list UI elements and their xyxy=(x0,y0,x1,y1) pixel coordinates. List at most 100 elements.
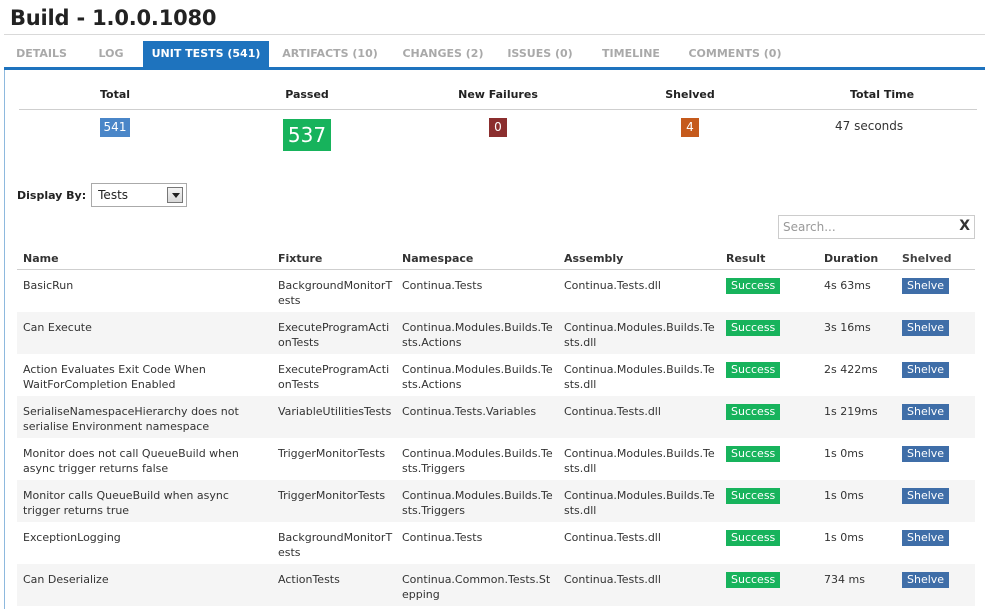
tab-underline xyxy=(4,67,985,70)
total-count-badge: 541 xyxy=(99,118,131,137)
tab-unit-tests[interactable]: UNIT TESTS (541) xyxy=(143,41,269,67)
table-row: Monitor does not call QueueBuild when as… xyxy=(17,438,975,480)
test-fixture: ActionTests xyxy=(278,573,340,586)
test-namespace: Continua.Tests xyxy=(402,279,483,292)
display-by-label: Display By: xyxy=(17,188,87,202)
test-name: SerialiseNamespaceHierarchy does not ser… xyxy=(23,405,239,433)
column-header-assembly[interactable]: Assembly xyxy=(558,252,720,265)
test-namespace: Continua.Tests xyxy=(402,531,483,544)
test-name: Action Evaluates Exit Code When WaitForC… xyxy=(23,363,206,391)
test-assembly: Continua.Tests.dll xyxy=(564,279,661,292)
test-assembly: Continua.Modules.Builds.Tests.dll xyxy=(564,489,715,517)
summary-header-passed: Passed xyxy=(285,88,329,101)
test-duration: 3s 16ms xyxy=(824,321,871,334)
tab-comments[interactable]: COMMENTS (0) xyxy=(677,41,793,67)
title-divider xyxy=(4,34,985,35)
result-badge: Success xyxy=(726,530,781,546)
column-header-fixture[interactable]: Fixture xyxy=(272,252,396,265)
column-header-duration[interactable]: Duration xyxy=(818,252,896,265)
shelve-button[interactable]: Shelve xyxy=(902,572,950,588)
table-header: Name Fixture Namespace Assembly Result D… xyxy=(17,247,975,270)
column-header-name[interactable]: Name xyxy=(17,252,272,265)
test-duration: 734 ms xyxy=(824,573,865,586)
passed-count-badge: 537 xyxy=(282,119,332,151)
test-assembly: Continua.Modules.Builds.Tests.dll xyxy=(564,321,715,349)
test-fixture: BackgroundMonitorTests xyxy=(278,531,393,559)
tab-issues[interactable]: ISSUES (0) xyxy=(495,41,585,67)
summary-header-shelved: Shelved xyxy=(665,88,715,101)
summary-header-total: Total xyxy=(99,88,131,101)
unit-tests-table: Name Fixture Namespace Assembly Result D… xyxy=(17,247,975,606)
tab-details[interactable]: DETAILS xyxy=(4,41,79,67)
shelve-button[interactable]: Shelve xyxy=(902,362,950,378)
new-failures-badge: 0 xyxy=(489,118,507,137)
tab-artifacts[interactable]: ARTIFACTS (10) xyxy=(269,41,391,67)
shelve-button[interactable]: Shelve xyxy=(902,404,950,420)
result-badge: Success xyxy=(726,572,781,588)
test-name: BasicRun xyxy=(23,279,74,292)
tab-log[interactable]: LOG xyxy=(79,41,143,67)
search-input[interactable] xyxy=(779,216,949,238)
result-badge: Success xyxy=(726,362,781,378)
dropdown-arrow-icon[interactable] xyxy=(167,187,184,203)
test-assembly: Continua.Tests.dll xyxy=(564,573,661,586)
test-namespace: Continua.Modules.Builds.Tests.Triggers xyxy=(402,489,553,517)
test-duration: 1s 0ms xyxy=(824,531,864,544)
display-by-selected-value: Tests xyxy=(98,188,129,202)
result-badge: Success xyxy=(726,446,781,462)
table-row: SerialiseNamespaceHierarchy does not ser… xyxy=(17,396,975,438)
test-fixture: ExecuteProgramActionTests xyxy=(278,363,390,391)
test-duration: 2s 422ms xyxy=(824,363,878,376)
tab-bar: DETAILS LOG UNIT TESTS (541) ARTIFACTS (… xyxy=(4,41,793,67)
test-fixture: VariableUtilitiesTests xyxy=(278,405,392,418)
table-row: ExceptionLogging BackgroundMonitorTests … xyxy=(17,522,975,564)
table-row: Monitor calls QueueBuild when async trig… xyxy=(17,480,975,522)
table-row: BasicRun BackgroundMonitorTests Continua… xyxy=(17,270,975,312)
table-row: Action Evaluates Exit Code When WaitForC… xyxy=(17,354,975,396)
test-duration: 1s 219ms xyxy=(824,405,878,418)
test-summary: Total Passed New Failures Shelved Total … xyxy=(19,88,977,151)
summary-header-total-time: Total Time xyxy=(849,88,915,101)
test-fixture: BackgroundMonitorTests xyxy=(278,279,393,307)
test-name: Monitor calls QueueBuild when async trig… xyxy=(23,489,229,517)
test-assembly: Continua.Tests.dll xyxy=(564,405,661,418)
test-fixture: ExecuteProgramActionTests xyxy=(278,321,390,349)
test-fixture: TriggerMonitorTests xyxy=(278,447,386,460)
test-namespace: Continua.Common.Tests.Stepping xyxy=(402,573,551,601)
test-name: Can Deserialize xyxy=(23,573,109,586)
test-duration: 4s 63ms xyxy=(824,279,871,292)
column-header-result[interactable]: Result xyxy=(720,252,818,265)
result-badge: Success xyxy=(726,488,781,504)
test-namespace: Continua.Modules.Builds.Tests.Triggers xyxy=(402,447,553,475)
test-namespace: Continua.Modules.Builds.Tests.Actions xyxy=(402,321,553,349)
tab-timeline[interactable]: TIMELINE xyxy=(585,41,677,67)
display-by-select[interactable]: Tests xyxy=(91,183,188,207)
column-header-namespace[interactable]: Namespace xyxy=(396,252,558,265)
test-name: Can Execute xyxy=(23,321,92,334)
search-box: X xyxy=(778,215,975,239)
test-namespace: Continua.Modules.Builds.Tests.Actions xyxy=(402,363,553,391)
shelve-button[interactable]: Shelve xyxy=(902,488,950,504)
display-by-control: Display By: Tests xyxy=(17,183,188,207)
column-header-shelved[interactable]: Shelved xyxy=(896,252,975,265)
table-row: Can Execute ExecuteProgramActionTests Co… xyxy=(17,312,975,354)
test-duration: 1s 0ms xyxy=(824,447,864,460)
test-namespace: Continua.Tests.Variables xyxy=(402,405,537,418)
shelve-button[interactable]: Shelve xyxy=(902,446,950,462)
shelved-count-badge: 4 xyxy=(681,118,699,137)
test-assembly: Continua.Tests.dll xyxy=(564,531,661,544)
test-assembly: Continua.Modules.Builds.Tests.dll xyxy=(564,363,715,391)
shelve-button[interactable]: Shelve xyxy=(902,320,950,336)
page-title: Build - 1.0.0.1080 xyxy=(10,6,217,30)
test-name: Monitor does not call QueueBuild when as… xyxy=(23,447,239,475)
clear-search-icon[interactable]: X xyxy=(959,218,970,234)
summary-header-new-failures: New Failures xyxy=(458,88,538,101)
tab-changes[interactable]: CHANGES (2) xyxy=(391,41,495,67)
result-badge: Success xyxy=(726,404,781,420)
table-row: Can Deserialize ActionTests Continua.Com… xyxy=(17,564,975,606)
result-badge: Success xyxy=(726,320,781,336)
shelve-button[interactable]: Shelve xyxy=(902,278,950,294)
shelve-button[interactable]: Shelve xyxy=(902,530,950,546)
test-assembly: Continua.Modules.Builds.Tests.dll xyxy=(564,447,715,475)
total-time-value: 47 seconds xyxy=(835,119,904,133)
